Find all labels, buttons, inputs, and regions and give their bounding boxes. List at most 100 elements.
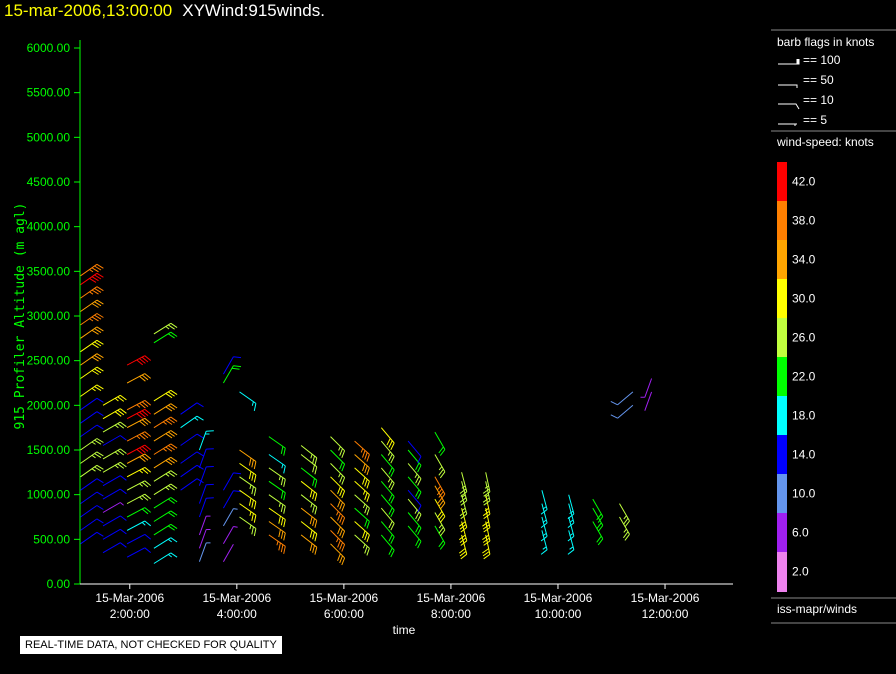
x-tick-time: 10:00:00: [535, 607, 582, 621]
wind-barb: [102, 488, 127, 500]
colorbar-label: 30.0: [792, 292, 816, 306]
y-tick-label: 1500.00: [27, 443, 71, 457]
y-axis: 0.00 500.00 1000.00 1500.00 2000.00 2500.00 30…: [27, 40, 81, 591]
wind-barb: [102, 515, 127, 527]
wind-barb: [330, 449, 346, 472]
wind-barb: [126, 493, 152, 505]
x-axis-label: time: [393, 623, 416, 637]
wind-barb: [153, 443, 178, 455]
y-tick-label: 6000.00: [27, 41, 71, 55]
colorbar-label: 42.0: [792, 175, 816, 189]
wind-barb: [300, 467, 318, 488]
wind-barb: [268, 494, 286, 514]
y-tick-label: 4500.00: [27, 175, 71, 189]
wind-barb: [102, 448, 127, 460]
wind-barb: [268, 454, 286, 474]
colorbar-swatch: [777, 318, 787, 358]
wind-barb: [592, 507, 604, 532]
wind-barb: [239, 391, 257, 412]
wind-barb: [80, 263, 104, 277]
wind-barb: [300, 534, 318, 555]
colorbar-label: 26.0: [792, 331, 816, 345]
wind-barb: [239, 476, 257, 496]
wind-barb: [126, 408, 152, 420]
wind-barb: [198, 497, 214, 518]
wind-barb: [153, 456, 178, 469]
wind-barb: [102, 542, 127, 554]
wind-barb: [268, 436, 286, 456]
wind-barb: [610, 404, 634, 419]
y-tick-label: 500.00: [33, 532, 70, 546]
wind-barb: [434, 431, 446, 456]
barb-key-label: == 100: [803, 53, 841, 67]
wind-barb: [300, 507, 318, 528]
wind-barb: [80, 397, 104, 411]
wind-barb: [153, 483, 178, 496]
y-tick-label: 3500.00: [27, 264, 71, 278]
colorbar-label: 14.0: [792, 448, 816, 462]
wind-barb: [239, 516, 257, 537]
wind-barb: [126, 431, 152, 442]
wind-barb: [222, 365, 242, 384]
wind-barb: [459, 472, 468, 497]
wind-barb: [180, 433, 204, 446]
colorbar-label: 38.0: [792, 214, 816, 228]
barb-key-label: == 10: [803, 93, 834, 107]
barb-legend-title: barb flags in knots: [777, 35, 874, 49]
wind-barb: [380, 480, 395, 504]
wind-barb: [380, 507, 395, 531]
wind-barb: [102, 475, 127, 487]
wind-barb: [300, 494, 318, 515]
wind-barb: [102, 528, 127, 540]
wind-barb: [434, 498, 446, 523]
wind-barb: [380, 467, 395, 491]
wind-barb: [126, 399, 152, 411]
wind-barb: [268, 534, 286, 554]
wind-barb: [102, 408, 127, 420]
x-tick-date: 15-Mar-2006: [310, 591, 379, 605]
wind-barb: [222, 508, 238, 527]
wind-barb: [80, 313, 104, 326]
wind-barb: [330, 463, 346, 485]
colorbar-swatch: [777, 279, 787, 319]
y-tick-label: 2000.00: [27, 398, 71, 412]
wind-barb: [407, 476, 422, 500]
barb-key-100: == 100: [778, 53, 841, 67]
wind-barb: [102, 421, 127, 433]
barb-key-10: == 10: [778, 93, 834, 110]
wind-barb: [198, 448, 214, 469]
wind-barb: [198, 430, 214, 451]
speed-colorbar: 42.0 38.0 34.0 30.0 26.0 22.0 18.0 14.0 10.0 6.0 2…: [777, 162, 816, 592]
wind-barb: [222, 472, 242, 491]
barb-key-50: == 50: [778, 73, 834, 88]
wind-barb: [80, 531, 104, 545]
wind-barb: [610, 391, 634, 406]
wind-barb: [80, 438, 104, 451]
wind-barb: [80, 326, 104, 339]
barb-key-5: == 5: [778, 113, 827, 127]
y-tick-label: 2500.00: [27, 354, 71, 368]
wind-barb: [300, 480, 318, 502]
x-tick-time: 2:00:00: [110, 607, 150, 621]
wind-barb: [407, 525, 422, 549]
colorbar-swatch: [777, 552, 787, 592]
colorbar-swatch: [777, 357, 787, 397]
wind-barb: [153, 470, 178, 482]
wind-barb: [153, 331, 178, 344]
wind-barb: [126, 547, 152, 558]
wind-barb: [126, 417, 152, 429]
wind-barb: [126, 355, 152, 366]
barb-key-label: == 5: [803, 113, 827, 127]
wind-barb: [80, 505, 104, 518]
wind-barb: [80, 411, 104, 424]
wind-barb: [354, 454, 370, 476]
wind-barb: [80, 464, 104, 478]
wind-barb: [380, 494, 395, 518]
wind-barb: [80, 339, 104, 353]
wind-barb: [380, 427, 395, 451]
y-tick-label: 1000.00: [27, 488, 71, 502]
colorbar-label: 10.0: [792, 487, 816, 501]
colorbar-label: 34.0: [792, 253, 816, 267]
wind-barb: [180, 451, 204, 464]
colorbar-label: 22.0: [792, 370, 816, 384]
